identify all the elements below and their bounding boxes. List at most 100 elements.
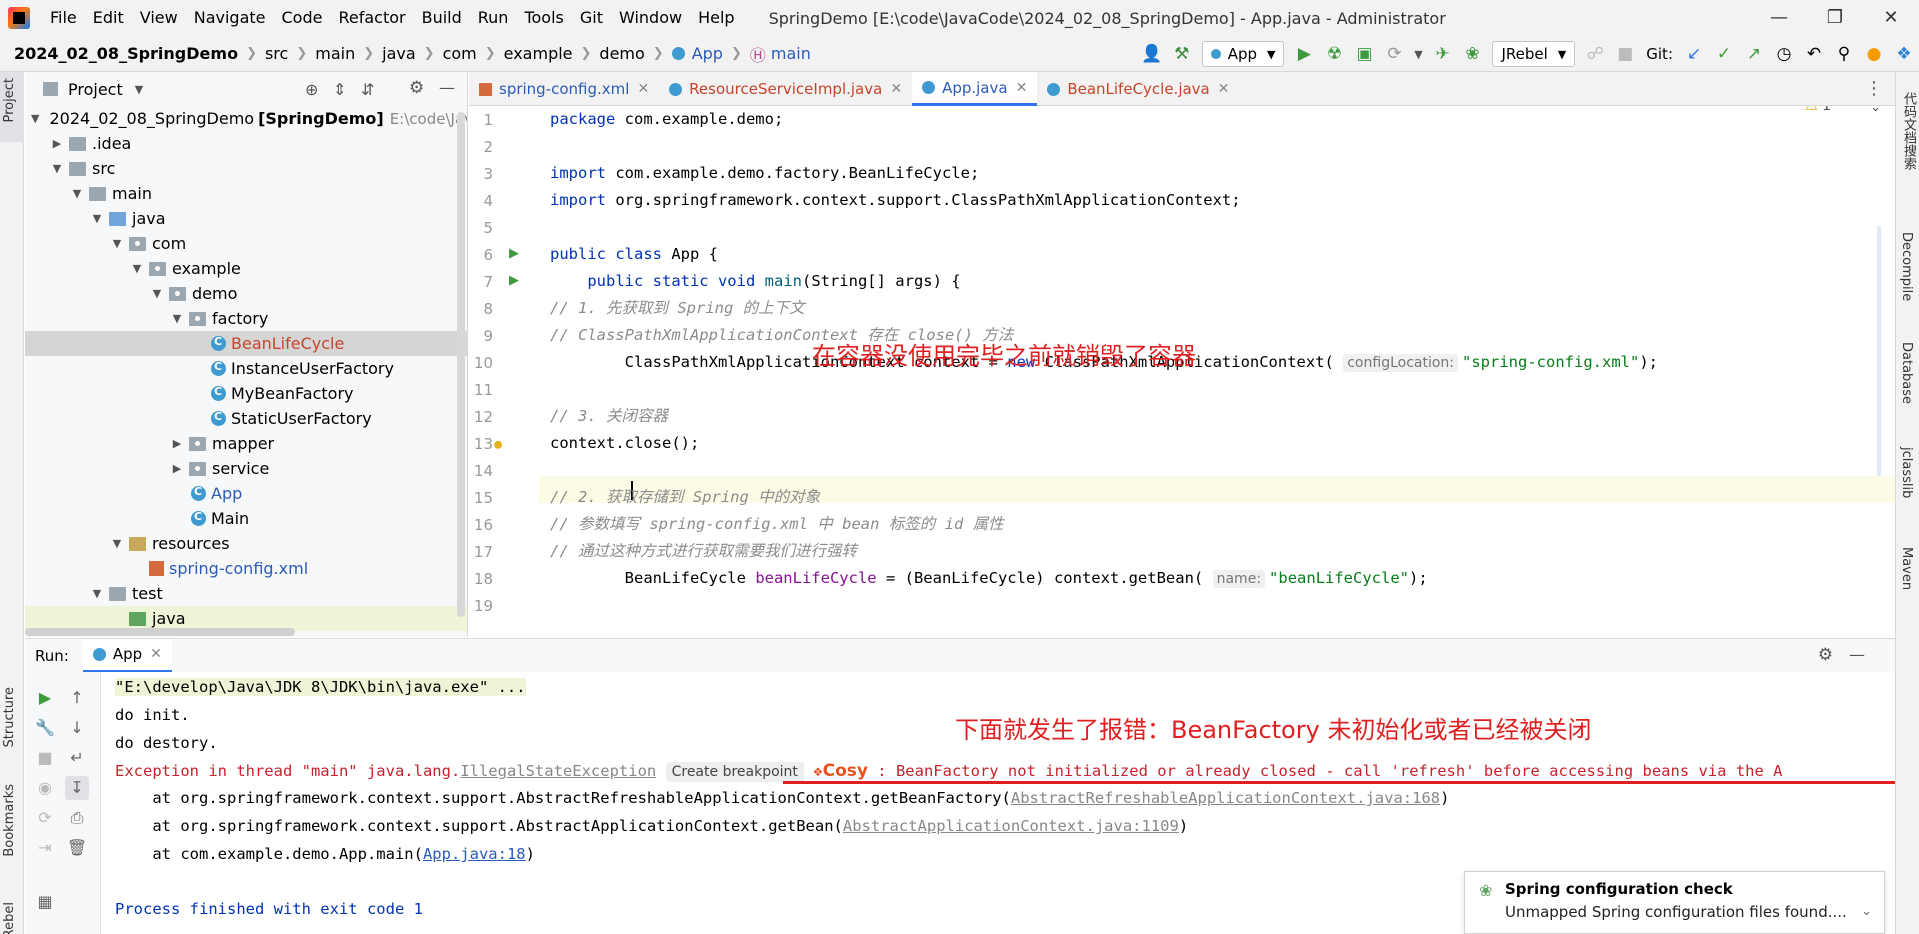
tree-item-app[interactable]: App <box>25 481 467 506</box>
attach-icon[interactable]: ☍ <box>1580 36 1610 72</box>
tree-item-service[interactable]: ▶ service <box>25 456 467 481</box>
run-gutter-icon[interactable]: ▶ <box>509 246 519 261</box>
project-panel-title[interactable]: Project <box>68 80 123 99</box>
menu-edit[interactable]: Edit <box>85 0 132 36</box>
create-breakpoint-button[interactable]: Create breakpoint <box>665 762 804 782</box>
rerun-icon[interactable]: ▶ <box>33 686 57 710</box>
tree-item-spring-config[interactable]: spring-config.xml <box>25 556 467 581</box>
minimize-icon[interactable]: — <box>1751 0 1807 36</box>
menu-window[interactable]: Window <box>611 0 690 36</box>
locate-icon[interactable]: ⊕ <box>305 80 318 99</box>
updates-icon[interactable]: ● <box>1859 36 1889 72</box>
tree-item-idea[interactable]: ▶ .idea <box>25 131 467 156</box>
breadcrumb-project[interactable]: 2024_02_08_SpringDemo <box>8 44 244 63</box>
chevron-up-icon[interactable]: ⌃ <box>1844 106 1855 115</box>
breadcrumb-method-main[interactable]: Ⓗmain <box>744 42 817 66</box>
tree-item-src[interactable]: ▼ src <box>25 156 467 181</box>
tree-item-java[interactable]: ▼ java <box>25 206 467 231</box>
stack-frame-link[interactable]: AbstractRefreshableApplicationContext.ja… <box>1011 789 1440 807</box>
layout-icon[interactable]: ▦ <box>33 890 57 914</box>
build-hammer-icon[interactable]: ⚒ <box>1167 36 1197 72</box>
hide-panel-icon[interactable]: — <box>1849 645 1865 664</box>
menu-refactor[interactable]: Refactor <box>330 0 413 36</box>
soft-wrap-icon[interactable]: ↵ <box>65 746 89 770</box>
run-gutter-icon[interactable]: ▶ <box>509 273 519 288</box>
scroll-to-end-icon[interactable]: ↧ <box>65 776 89 800</box>
tool-tab-structure[interactable]: Structure <box>2 687 17 747</box>
stack-frame-link[interactable]: App.java:18 <box>423 845 526 863</box>
gear-icon[interactable]: ⚙ <box>409 78 424 98</box>
menu-tools[interactable]: Tools <box>516 0 571 36</box>
close-icon[interactable]: ✕ <box>637 81 649 97</box>
tool-tab-jclasslib[interactable]: jclasslib <box>1899 447 1914 498</box>
tree-item-example[interactable]: ▼ example <box>25 256 467 281</box>
jrebel-debug-icon[interactable]: ❀ <box>1457 36 1487 72</box>
scroll-down-icon[interactable]: ↓ <box>65 716 89 740</box>
tree-item-mybeanfactory[interactable]: MyBeanFactory <box>25 381 467 406</box>
git-push-icon[interactable]: ↗ <box>1739 36 1769 72</box>
breadcrumb-src[interactable]: src <box>259 44 294 63</box>
code-editor[interactable]: 1 2 3 4 5 6 7 8 9 10 11 12 13 14 15 16 1… <box>469 106 1895 637</box>
menu-navigate[interactable]: Navigate <box>186 0 274 36</box>
close-window-icon[interactable]: ✕ <box>1863 0 1919 36</box>
trash-icon[interactable]: 🗑 <box>65 836 89 860</box>
plugin-logo-icon[interactable]: ❖ <box>1889 36 1919 72</box>
profile-icon[interactable]: ⟳ <box>1379 36 1409 72</box>
menu-build[interactable]: Build <box>414 0 470 36</box>
history-icon[interactable]: ◷ <box>1769 36 1799 72</box>
tree-item-main[interactable]: ▼ main <box>25 181 467 206</box>
jrebel-select[interactable]: JRebel ▼ <box>1492 41 1576 67</box>
menu-view[interactable]: View <box>132 0 186 36</box>
stop-icon[interactable]: ■ <box>33 746 57 770</box>
tree-item-mapper[interactable]: ▶ mapper <box>25 431 467 456</box>
scroll-up-icon[interactable]: ↑ <box>65 686 89 710</box>
camera-icon[interactable]: ◉ <box>33 776 57 800</box>
tab-spring-config[interactable]: spring-config.xml ✕ <box>469 72 659 106</box>
more-tabs-icon[interactable]: ⋮ <box>1865 78 1883 99</box>
expand-all-icon[interactable]: ⇕ <box>333 80 346 99</box>
tree-item-factory[interactable]: ▼ factory <box>25 306 467 331</box>
rollback-icon[interactable]: ↶ <box>1799 36 1829 72</box>
tool-tab-database[interactable]: Database <box>1899 342 1914 404</box>
warning-indicator[interactable]: ⚠ 1 <box>1805 106 1831 114</box>
tree-item-instanceuserfactory[interactable]: InstanceUserFactory <box>25 356 467 381</box>
run-config-select[interactable]: App ▼ <box>1201 41 1285 67</box>
chevron-down-icon[interactable]: ▼ <box>135 83 143 96</box>
tree-item-com[interactable]: ▼ com <box>25 231 467 256</box>
tool-tab-rebel[interactable]: Rebel <box>2 902 17 934</box>
exception-class-link[interactable]: IllegalStateException <box>460 762 656 780</box>
breadcrumb-com[interactable]: com <box>437 44 483 63</box>
tab-app-java[interactable]: App.java ✕ <box>912 72 1038 106</box>
tree-item-resources[interactable]: ▼ resources <box>25 531 467 556</box>
tree-scrollbar[interactable] <box>457 112 465 617</box>
breadcrumb-demo[interactable]: demo <box>593 44 650 63</box>
tool-tab-doc-search[interactable]: 代码文档搜索 <box>1899 92 1918 170</box>
run-tab-app[interactable]: App ✕ <box>82 638 172 673</box>
coverage-icon[interactable]: ▣ <box>1349 36 1379 72</box>
user-icon[interactable]: 👤 <box>1137 36 1167 72</box>
hide-panel-icon[interactable]: — <box>439 78 455 97</box>
git-commit-icon[interactable]: ✓ <box>1709 36 1739 72</box>
tree-item-staticuserfactory[interactable]: StaticUserFactory <box>25 406 467 431</box>
close-icon[interactable]: ✕ <box>150 646 162 662</box>
tree-item-beanlifecycle[interactable]: BeanLifeCycle <box>25 331 467 356</box>
tree-item-project-root[interactable]: ▼ 2024_02_08_SpringDemo [SpringDemo] E:\… <box>25 106 467 131</box>
jrebel-run-icon[interactable]: ✈ <box>1427 36 1457 72</box>
tree-horizontal-scrollbar[interactable] <box>25 628 295 636</box>
restore-layout-icon[interactable]: ⟳ <box>33 806 57 830</box>
breadcrumb-app[interactable]: App <box>666 44 729 63</box>
breadcrumb-java[interactable]: java <box>376 44 422 63</box>
editor-scrollbar[interactable] <box>1877 226 1881 476</box>
tool-tab-decompile[interactable]: Decompile <box>1899 232 1914 301</box>
menu-git[interactable]: Git <box>572 0 611 36</box>
search-icon[interactable]: ⚲ <box>1829 36 1859 72</box>
run-icon[interactable]: ▶ <box>1289 36 1319 72</box>
tree-item-main-class[interactable]: Main <box>25 506 467 531</box>
wrench-icon[interactable]: 🔧 <box>33 716 57 740</box>
tab-resourceserviceimpl[interactable]: ResourceServiceImpl.java ✕ <box>659 72 912 106</box>
menu-run[interactable]: Run <box>470 0 517 36</box>
breadcrumb-example[interactable]: example <box>498 44 579 63</box>
tool-tab-maven[interactable]: Maven <box>1899 547 1914 590</box>
close-icon[interactable]: ✕ <box>1218 81 1230 97</box>
tool-tab-bookmarks[interactable]: Bookmarks <box>2 784 17 857</box>
